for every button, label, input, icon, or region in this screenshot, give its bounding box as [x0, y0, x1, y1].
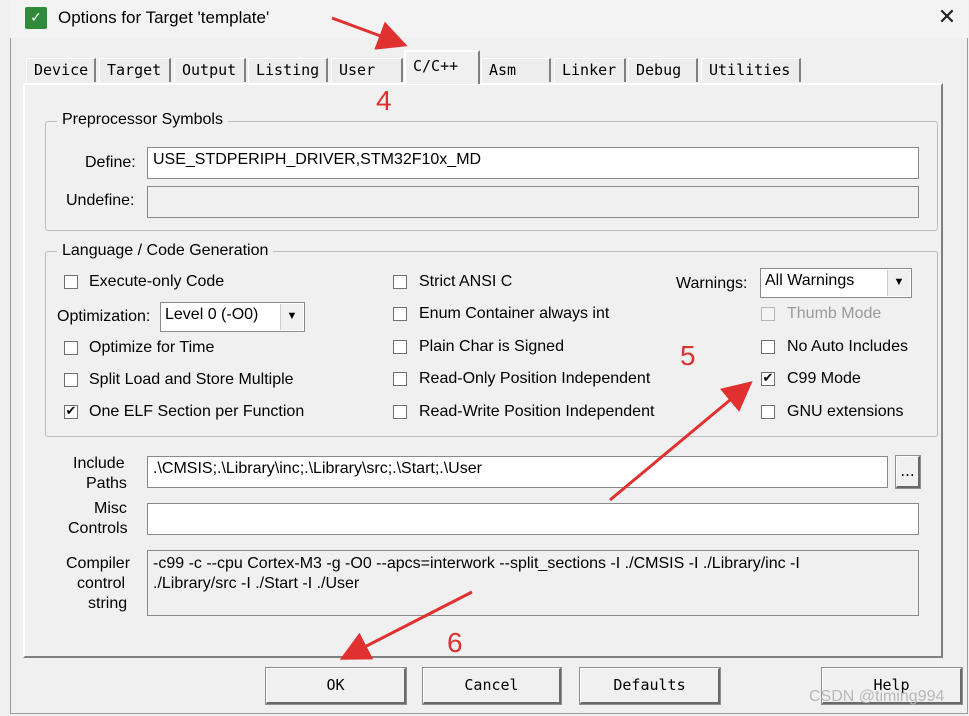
- arrow-to-cpp-tab: [331, 16, 408, 50]
- tab-c-cpp[interactable]: C/C++: [404, 50, 480, 84]
- annotation-6: 6: [447, 627, 463, 658]
- annotation-arrows: [331, 16, 753, 660]
- annotation-5: 5: [680, 340, 696, 371]
- arrow-to-c99-mode: [609, 381, 753, 502]
- annotation-4: 4: [376, 85, 392, 116]
- watermark: CSDN @timing994: [809, 688, 945, 705]
